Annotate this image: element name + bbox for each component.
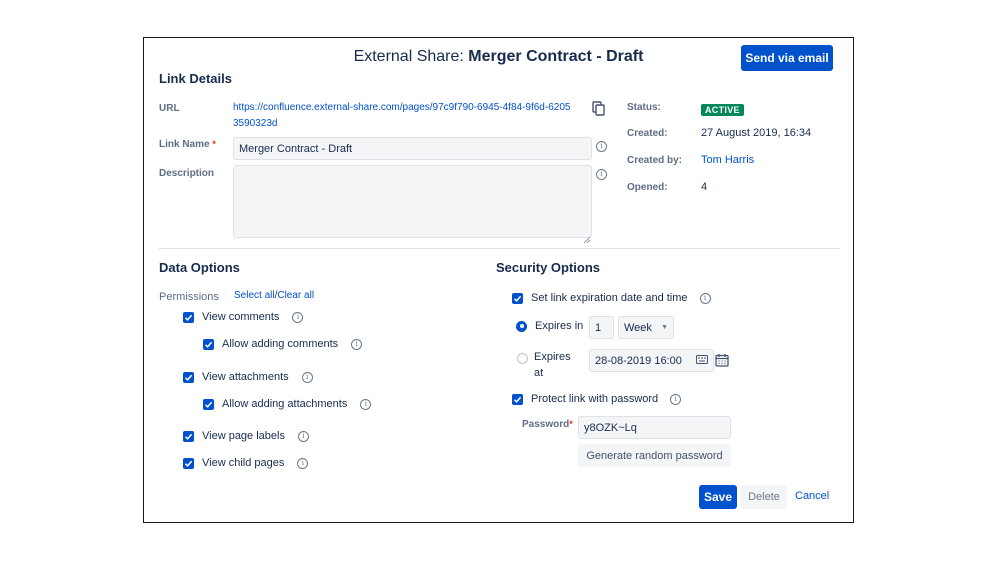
link-name-input[interactable]: Merger Contract - Draft (233, 137, 592, 160)
radio-selected-icon[interactable] (516, 320, 527, 332)
checkbox-checked-icon[interactable] (183, 371, 194, 383)
password-label: Password* (522, 419, 573, 430)
info-icon: i (596, 141, 607, 152)
description-textarea[interactable] (233, 165, 592, 238)
save-button[interactable]: Save (699, 485, 737, 509)
info-icon: i (360, 398, 372, 410)
info-icon: i (351, 338, 363, 350)
title-prefix: External Share: (353, 48, 469, 65)
expires-at-radio[interactable] (517, 353, 528, 364)
permissions-label: Permissions (159, 291, 219, 303)
title-page-name: Merger Contract - Draft (468, 48, 644, 65)
unit-value: Week (624, 321, 652, 334)
perm-view-child-pages[interactable]: View child pages i (183, 457, 309, 469)
chevron-down-icon: ▼ (661, 324, 668, 331)
info-icon: i (292, 311, 304, 323)
checkbox-checked-icon[interactable] (183, 430, 194, 442)
checkbox-checked-icon[interactable] (203, 398, 214, 410)
expires-at-label: Expires (534, 351, 571, 363)
created-by-user-link[interactable]: Tom Harris (701, 154, 754, 166)
resize-handle-icon[interactable] (583, 230, 591, 244)
checkbox-checked-icon[interactable] (183, 311, 194, 323)
select-clear-links: Select all/Clear all (234, 290, 314, 301)
checkbox-checked-icon[interactable] (512, 393, 523, 405)
expires-in-option[interactable]: Expires in (516, 320, 583, 332)
link-details-heading: Link Details (159, 71, 232, 86)
perm-label: View child pages (202, 457, 285, 469)
password-input[interactable]: y8OZK~Lq (578, 416, 731, 439)
keyboard-icon (696, 354, 708, 367)
cancel-link[interactable]: Cancel (795, 490, 829, 502)
protect-label: Protect link with password (531, 393, 659, 405)
perm-label: Allow adding comments (222, 338, 339, 350)
perm-allow-adding-attachments[interactable]: Allow adding attachments i (203, 398, 372, 410)
copy-icon[interactable] (592, 101, 606, 117)
security-options-heading: Security Options (496, 260, 601, 275)
required-asterisk: * (569, 419, 573, 429)
perm-view-attachments[interactable]: View attachments i (183, 371, 313, 383)
external-share-dialog: External Share: Merger Contract - Draft … (143, 37, 854, 523)
opened-label: Opened: (627, 182, 668, 193)
created-by-label: Created by: (627, 155, 683, 166)
perm-view-page-labels[interactable]: View page labels i (183, 430, 309, 442)
status-badge: ACTIVE (701, 100, 744, 118)
perm-label: View attachments (202, 371, 289, 383)
info-icon: i (596, 169, 607, 180)
datetime-value: 28-08-2019 16:00 (595, 354, 682, 367)
created-value: 27 August 2019, 16:34 (701, 127, 812, 139)
checkbox-checked-icon[interactable] (183, 457, 194, 469)
opened-count: 4 (701, 181, 708, 193)
select-all-link[interactable]: Select all (234, 290, 275, 301)
delete-button[interactable]: Delete (741, 485, 787, 509)
expiration-toggle[interactable]: Set link expiration date and time i (512, 292, 711, 304)
required-asterisk: * (212, 139, 216, 149)
link-name-label: Link Name * (159, 139, 216, 150)
info-icon: i (670, 393, 682, 405)
clear-all-link[interactable]: Clear all (277, 290, 314, 301)
calendar-icon[interactable] (715, 353, 729, 372)
checkbox-checked-icon[interactable] (203, 338, 214, 350)
perm-allow-adding-comments[interactable]: Allow adding comments i (203, 338, 363, 350)
share-url-link[interactable]: https://confluence.external-share.com/pa… (233, 100, 573, 132)
info-icon: i (297, 457, 309, 469)
perm-label: View comments (202, 311, 280, 323)
expires-at-datetime-input[interactable]: 28-08-2019 16:00 (589, 349, 714, 372)
perm-label: View page labels (202, 430, 285, 442)
url-label: URL (159, 103, 180, 114)
perm-label: Allow adding attachments (222, 398, 348, 410)
checkbox-checked-icon[interactable] (512, 292, 523, 304)
data-options-heading: Data Options (159, 260, 240, 275)
status-label: Status: (627, 102, 661, 113)
generate-password-button[interactable]: Generate random password (578, 444, 731, 467)
expires-in-unit-select[interactable]: Week ▼ (618, 316, 674, 339)
expiration-label: Set link expiration date and time (531, 292, 688, 304)
expires-in-label: Expires in (535, 320, 584, 332)
info-icon: i (699, 292, 711, 304)
perm-view-comments[interactable]: View comments i (183, 311, 304, 323)
created-label: Created: (627, 128, 668, 139)
description-label: Description (159, 168, 215, 179)
send-via-email-button[interactable]: Send via email (741, 45, 833, 71)
info-icon: i (297, 430, 309, 442)
expires-in-amount-input[interactable]: 1 (589, 316, 614, 339)
section-divider (159, 248, 840, 249)
protect-password-toggle[interactable]: Protect link with password i (512, 393, 682, 405)
info-icon: i (301, 371, 313, 383)
expires-at-label-2: at (534, 367, 544, 379)
